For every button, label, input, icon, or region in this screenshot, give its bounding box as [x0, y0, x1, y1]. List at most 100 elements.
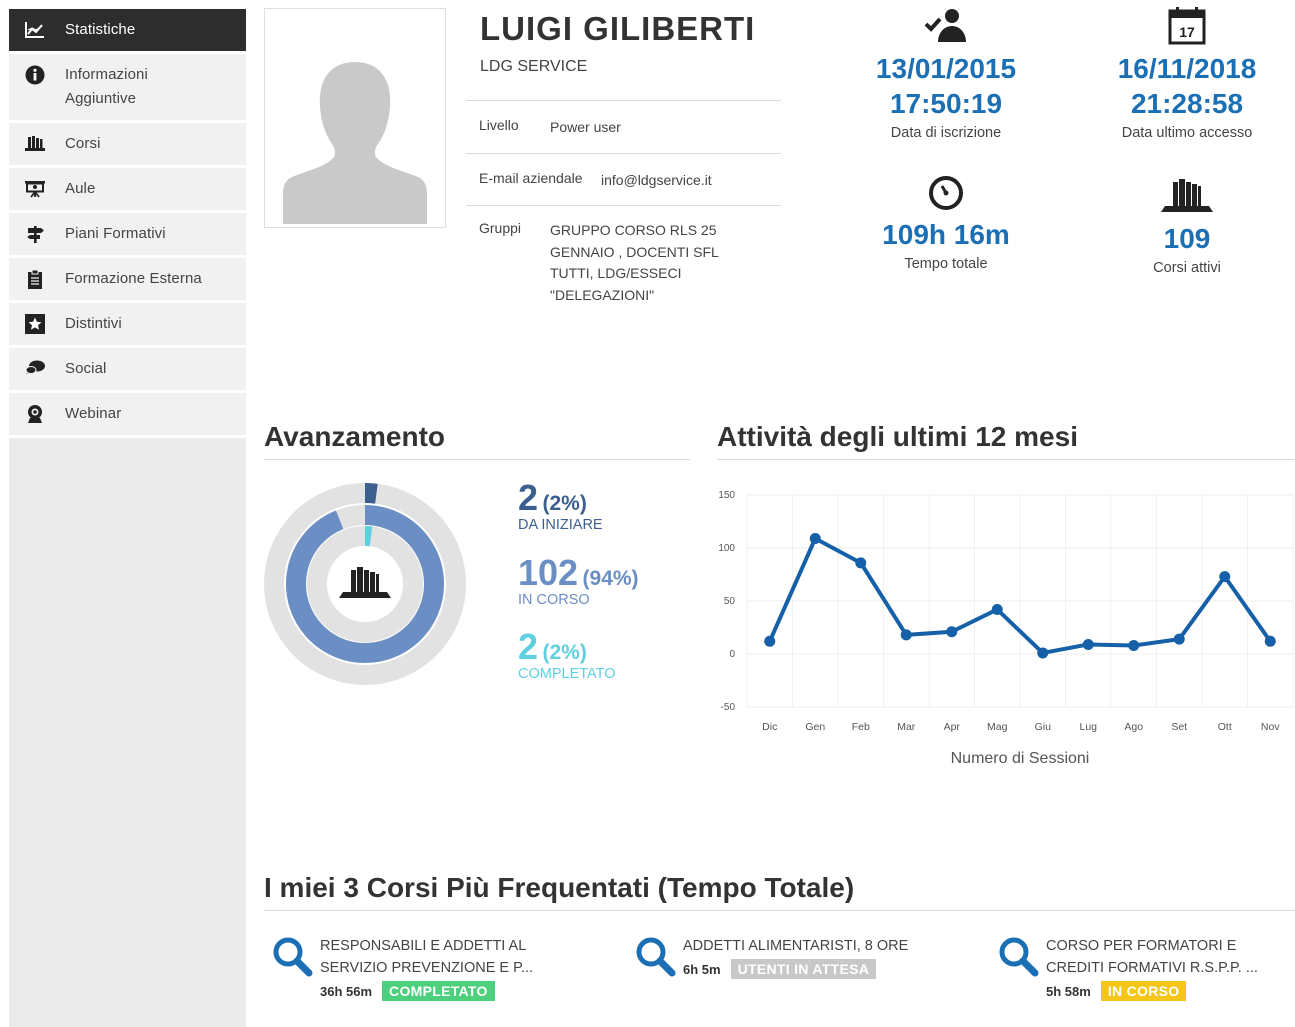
progress-item-to-start: 2 (2%) DA INIZIARE	[518, 477, 603, 534]
status-badge: IN CORSO	[1100, 981, 1187, 1001]
courses-icon	[339, 567, 391, 598]
course-time: 5h 58m	[1046, 983, 1091, 999]
progress-item-completed: 2 (2%) COMPLETATO	[518, 626, 616, 683]
info-icon	[9, 54, 61, 85]
avatar	[264, 8, 446, 228]
user-silhouette-icon	[283, 62, 427, 224]
data-point[interactable]	[1173, 633, 1185, 645]
course-time: 36h 56m	[320, 983, 373, 999]
sidebar-item-statistiche[interactable]: Statistiche	[9, 9, 246, 54]
last-access-stat: 17 16/11/2018 21:28:58 Data ultimo acces…	[1087, 6, 1287, 141]
x-tick-label: Apr	[944, 721, 961, 733]
search-icon[interactable]	[629, 935, 683, 979]
activity-line-chart: 150 100 50 0 -50 Dic Gen Feb Mar Apr Mag Giu Lug Ago S…	[718, 490, 1294, 767]
sidebar-item-piani-formativi[interactable]: Piani Formativi	[9, 213, 246, 258]
stopwatch-icon	[929, 176, 963, 210]
user-info-table: Livello Power user E-mail aziendale info…	[466, 100, 781, 320]
data-point[interactable]	[1037, 647, 1049, 659]
signpost-icon	[9, 213, 61, 244]
data-point[interactable]	[1082, 638, 1094, 650]
to-start-count: 2	[518, 477, 539, 518]
classroom-icon	[9, 168, 61, 199]
x-tick-label: Dic	[762, 721, 777, 733]
status-badge: COMPLETATO	[382, 981, 495, 1001]
clipboard-icon	[9, 258, 61, 289]
x-axis-label: Numero di Sessioni	[951, 750, 1090, 767]
sidebar-item-formazione-esterna[interactable]: Formazione Esterna	[9, 258, 246, 303]
activity-divider	[717, 459, 1295, 460]
sidebar-item-label: Aule	[65, 180, 96, 197]
courses-icon	[9, 123, 61, 154]
groups-value: GRUPPO CORSO RLS 25 GENNAIO , DOCENTI SF…	[550, 222, 719, 303]
course-card: ADDETTI ALIMENTARISTI, 8 ORE 6h 5m UTENT…	[629, 935, 949, 979]
in-progress-pct: (94%)	[582, 567, 639, 590]
completed-label: COMPLETATO	[518, 666, 616, 682]
courses-icon	[1161, 179, 1213, 212]
last-access-date: 16/11/2018	[1117, 53, 1257, 84]
total-time-stat: 109h 16m Tempo totale	[846, 174, 1046, 272]
sidebar-item-social[interactable]: Social	[9, 348, 246, 393]
top-courses-title: I miei 3 Corsi Più Frequentati (Tempo To…	[264, 872, 855, 903]
sidebar-item-label: Corsi	[65, 135, 101, 152]
total-time-label: Tempo totale	[904, 256, 988, 272]
course-title[interactable]: ADDETTI ALIMENTARISTI, 8 ORE	[683, 935, 943, 957]
in-progress-label: IN CORSO	[518, 592, 590, 608]
data-point[interactable]	[1128, 640, 1140, 652]
level-label: Livello	[479, 117, 519, 133]
data-point[interactable]	[764, 635, 776, 647]
to-start-label: DA INIZIARE	[518, 517, 603, 533]
sidebar: Statistiche Informazioni Aggiuntive Cors…	[9, 9, 246, 1027]
sidebar-item-informazioni-aggiuntive[interactable]: Informazioni Aggiuntive	[9, 54, 246, 123]
sidebar-item-label: Webinar	[65, 405, 122, 422]
data-point[interactable]	[1219, 571, 1231, 583]
course-title[interactable]: CORSO PER FORMATORI E CREDITI FORMATIVI …	[1046, 935, 1295, 979]
x-tick-label: Mag	[987, 721, 1008, 733]
in-progress-count: 102	[518, 552, 579, 593]
search-icon[interactable]	[992, 935, 1046, 979]
course-card: CORSO PER FORMATORI E CREDITI FORMATIVI …	[992, 935, 1295, 1001]
email-value: info@ldgservice.it	[601, 171, 712, 188]
x-tick-label: Giu	[1035, 721, 1052, 733]
level-value: Power user	[550, 119, 621, 135]
data-point[interactable]	[809, 532, 821, 544]
x-tick-label: Mar	[897, 721, 916, 733]
last-access-label: Data ultimo accesso	[1121, 125, 1253, 141]
x-tick-label: Ago	[1124, 721, 1143, 733]
sidebar-item-label: Statistiche	[65, 21, 136, 38]
y-tick-label: 100	[718, 543, 735, 554]
data-point[interactable]	[1264, 635, 1276, 647]
data-point[interactable]	[855, 557, 867, 569]
registration-stat: 13/01/2015 17:50:19 Data di iscrizione	[846, 6, 1046, 141]
sidebar-item-corsi[interactable]: Corsi	[9, 123, 246, 168]
info-row-groups: Gruppi GRUPPO CORSO RLS 25 GENNAIO , DOC…	[466, 205, 781, 320]
sidebar-item-webinar[interactable]: Webinar	[9, 393, 246, 438]
data-point[interactable]	[946, 626, 958, 638]
star-badge-icon	[9, 303, 61, 334]
data-point[interactable]	[900, 629, 912, 641]
activity-title: Attività degli ultimi 12 mesi	[717, 421, 1078, 452]
course-title[interactable]: RESPONSABILI E ADDETTI AL SERVIZIO PREVE…	[320, 935, 560, 979]
donut-segment	[364, 483, 378, 504]
chart-icon	[9, 9, 61, 40]
y-tick-label: -50	[721, 702, 736, 713]
sidebar-item-aule[interactable]: Aule	[9, 168, 246, 213]
completed-pct: (2%)	[542, 641, 587, 664]
chat-bubbles-icon	[9, 348, 61, 379]
completed-count: 2	[518, 626, 539, 667]
groups-label: Gruppi	[479, 220, 522, 236]
svg-text:17: 17	[1179, 24, 1195, 40]
company-name: LDG SERVICE	[480, 58, 588, 75]
x-tick-label: Lug	[1079, 721, 1097, 733]
x-tick-label: Set	[1171, 721, 1187, 733]
webcam-icon	[9, 393, 61, 424]
sidebar-item-distintivi[interactable]: Distintivi	[9, 303, 246, 348]
sidebar-item-label: Distintivi	[65, 315, 122, 332]
search-icon[interactable]	[266, 935, 320, 979]
active-courses-value: 109	[1163, 223, 1211, 254]
data-point[interactable]	[991, 603, 1003, 615]
info-row-email: E-mail aziendale info@ldgservice.it	[466, 152, 781, 206]
progress-donut-chart	[264, 483, 466, 685]
user-name: LUIGI GILIBERTI	[480, 10, 756, 47]
status-badge: UTENTI IN ATTESA	[730, 959, 877, 979]
progress-divider	[264, 459, 690, 460]
